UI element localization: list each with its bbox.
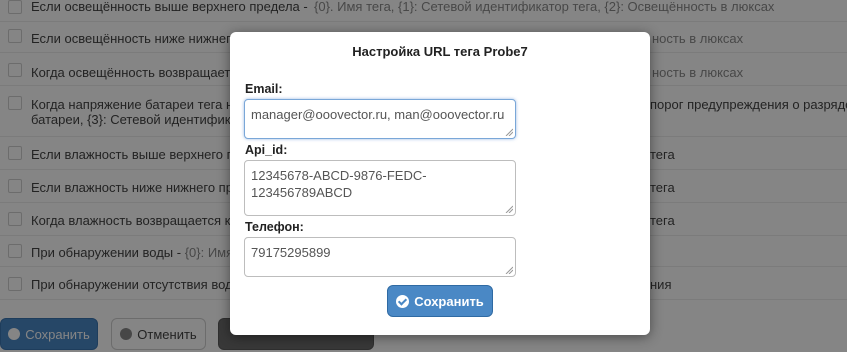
phone-value: 79175295899	[251, 245, 331, 260]
email-field[interactable]: manager@ooovector.ru, man@ooovector.ru	[244, 99, 516, 139]
api-id-label: Api_id:	[245, 143, 288, 157]
phone-label: Телефон:	[245, 220, 304, 234]
email-label: Email:	[245, 82, 283, 96]
check-icon	[396, 294, 410, 308]
api-id-field[interactable]: 12345678-ABCD-9876-FEDC-123456789ABCD	[244, 160, 516, 216]
resize-handle-icon[interactable]	[505, 266, 513, 274]
api-id-value: 12345678-ABCD-9876-FEDC-123456789ABCD	[251, 168, 427, 200]
resize-handle-icon[interactable]	[505, 128, 513, 136]
email-value: manager@ooovector.ru, man@ooovector.ru	[251, 107, 505, 122]
dialog-save-label: Сохранить	[414, 293, 484, 309]
dialog-title: Настройка URL тега Probe7	[352, 44, 528, 59]
tag-url-settings-dialog: Настройка URL тега Probe7 Email: manager…	[230, 32, 650, 335]
dialog-save-button[interactable]: Сохранить	[387, 285, 493, 317]
resize-handle-icon[interactable]	[505, 205, 513, 213]
phone-field[interactable]: 79175295899	[244, 237, 516, 277]
